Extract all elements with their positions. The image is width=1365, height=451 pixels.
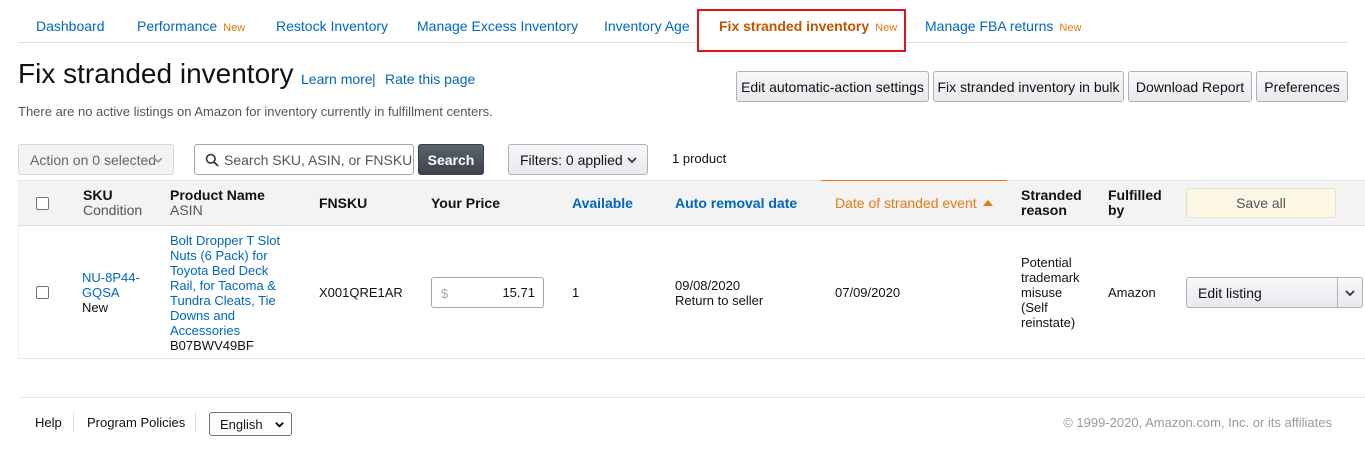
column-header-your-price: Your Price bbox=[431, 195, 500, 211]
chevron-down-icon bbox=[1345, 289, 1355, 296]
tab-dashboard[interactable]: Dashboard bbox=[36, 18, 105, 34]
download-report-button[interactable]: Download Report bbox=[1128, 71, 1252, 102]
column-header-fulfilled-by: Fulfilled by bbox=[1108, 188, 1162, 218]
stranded-reason-header-line2: reason bbox=[1021, 202, 1067, 218]
save-all-button[interactable]: Save all bbox=[1186, 188, 1336, 218]
link-separator: | bbox=[372, 71, 376, 87]
tab-performance[interactable]: Performance New bbox=[137, 18, 245, 34]
tab-restock-inventory[interactable]: Restock Inventory bbox=[276, 18, 388, 34]
condition-value: New bbox=[82, 300, 109, 315]
search-button[interactable]: Search bbox=[418, 144, 484, 175]
fulfilled-by-header-line1: Fulfilled bbox=[1108, 187, 1162, 203]
fnsku-value: X001QRE1AR bbox=[319, 285, 403, 300]
tab-label: Restock Inventory bbox=[276, 18, 389, 34]
tab-label: Dashboard bbox=[36, 18, 105, 34]
sorted-column-indicator bbox=[821, 180, 1007, 181]
fulfilled-by-header-line2: by bbox=[1108, 202, 1125, 218]
column-header-available[interactable]: Available bbox=[572, 196, 633, 211]
price-input[interactable] bbox=[455, 285, 535, 300]
stranded-reason-link[interactable]: Potential trademark misuse (Self reinsta… bbox=[1021, 255, 1089, 330]
new-badge: New bbox=[875, 22, 898, 34]
new-badge: New bbox=[223, 22, 246, 34]
learn-more-link[interactable]: Learn more bbox=[301, 71, 373, 87]
tab-label: Manage FBA returns bbox=[925, 18, 1054, 34]
currency-symbol: $ bbox=[441, 286, 449, 301]
tab-label: Performance bbox=[137, 18, 218, 34]
tab-manage-fba-returns[interactable]: Manage FBA returns New bbox=[925, 18, 1081, 34]
price-field: $ bbox=[431, 277, 544, 308]
help-link[interactable]: Help bbox=[35, 415, 62, 430]
sku-link-continued[interactable]: GQSA bbox=[82, 285, 152, 300]
select-all-checkbox[interactable] bbox=[36, 197, 49, 210]
filters-label: Filters: 0 applied bbox=[520, 151, 623, 168]
chevron-down-icon bbox=[627, 157, 637, 164]
copyright-text: © 1999-2020, Amazon.com, Inc. or its aff… bbox=[1063, 415, 1332, 430]
rate-page-link[interactable]: Rate this page bbox=[385, 71, 475, 87]
row-select-checkbox[interactable] bbox=[36, 286, 49, 299]
column-header-stranded-reason: Stranded reason bbox=[1021, 188, 1082, 218]
column-header-sku[interactable]: SKU Condition bbox=[83, 188, 142, 218]
program-policies-link[interactable]: Program Policies bbox=[87, 415, 185, 430]
footer-divider bbox=[18, 397, 1365, 398]
available-quantity-link[interactable]: 1 bbox=[572, 285, 579, 300]
sku-cell: NU-8P44- GQSA New bbox=[82, 270, 152, 315]
edit-listing-split-button: Edit listing bbox=[1186, 277, 1363, 308]
page-title: Fix stranded inventory bbox=[18, 58, 294, 89]
language-value: English bbox=[220, 416, 263, 432]
product-count: 1 product bbox=[672, 151, 727, 166]
product-cell: Bolt Dropper T Slot Nuts (6 Pack) for To… bbox=[170, 233, 288, 353]
edit-listing-options-button[interactable] bbox=[1337, 278, 1362, 307]
product-name-link[interactable]: Bolt Dropper T Slot Nuts (6 Pack) for To… bbox=[170, 233, 288, 338]
asin-value: B07BWV49BF bbox=[170, 338, 254, 353]
chevron-down-icon bbox=[275, 422, 284, 428]
fulfilled-by-value: Amazon bbox=[1108, 285, 1156, 300]
condition-header-label: Condition bbox=[83, 202, 143, 218]
footer-separator bbox=[195, 412, 196, 432]
fix-stranded-bulk-button[interactable]: Fix stranded inventory in bulk bbox=[933, 71, 1124, 102]
language-select[interactable]: English bbox=[209, 412, 292, 436]
new-badge: New bbox=[1059, 22, 1082, 34]
search-icon bbox=[205, 153, 219, 167]
auto-removal-cell: 09/08/2020 Return to seller bbox=[675, 278, 763, 308]
bulk-action-select[interactable]: Action on 0 selected bbox=[18, 144, 174, 175]
sort-ascending-icon bbox=[982, 200, 993, 206]
preferences-button[interactable]: Preferences bbox=[1256, 71, 1348, 102]
tab-label: Fix stranded inventory bbox=[719, 18, 870, 34]
tab-inventory-age[interactable]: Inventory Age bbox=[604, 18, 690, 34]
column-header-fnsku: FNSKU bbox=[319, 195, 368, 211]
tab-manage-excess-inventory[interactable]: Manage Excess Inventory bbox=[417, 18, 578, 34]
page-subtitle: There are no active listings on Amazon f… bbox=[18, 104, 493, 119]
stranded-reason-header-line1: Stranded bbox=[1021, 187, 1082, 203]
removal-date-value: 09/08/2020 bbox=[675, 278, 741, 293]
filters-dropdown[interactable]: Filters: 0 applied bbox=[508, 144, 648, 175]
tab-label: Manage Excess Inventory bbox=[417, 18, 579, 34]
stranded-date-header-label: Date of stranded event bbox=[835, 195, 977, 211]
removal-action-value: Return to seller bbox=[675, 293, 764, 308]
search-input[interactable] bbox=[224, 151, 412, 168]
footer-separator bbox=[73, 412, 74, 432]
edit-automatic-action-settings-button[interactable]: Edit automatic-action settings bbox=[736, 71, 929, 102]
asin-header-label: ASIN bbox=[170, 202, 203, 218]
column-header-product-name[interactable]: Product Name ASIN bbox=[170, 188, 265, 218]
chevron-down-icon bbox=[153, 157, 163, 164]
sku-link[interactable]: NU-8P44- bbox=[82, 270, 152, 285]
search-box bbox=[194, 144, 414, 175]
tab-fix-stranded-inventory[interactable]: Fix stranded inventory New bbox=[719, 18, 897, 34]
sku-header-label: SKU bbox=[83, 187, 113, 203]
edit-listing-button[interactable]: Edit listing bbox=[1187, 278, 1337, 307]
stranded-date-value: 07/09/2020 bbox=[835, 285, 901, 300]
column-header-auto-removal-date[interactable]: Auto removal date bbox=[675, 196, 797, 211]
column-header-date-of-stranded-event[interactable]: Date of stranded event bbox=[835, 196, 993, 211]
tab-label: Inventory Age bbox=[604, 18, 690, 34]
bulk-action-label: Action on 0 selected bbox=[30, 151, 157, 168]
product-name-header-label: Product Name bbox=[170, 187, 265, 203]
